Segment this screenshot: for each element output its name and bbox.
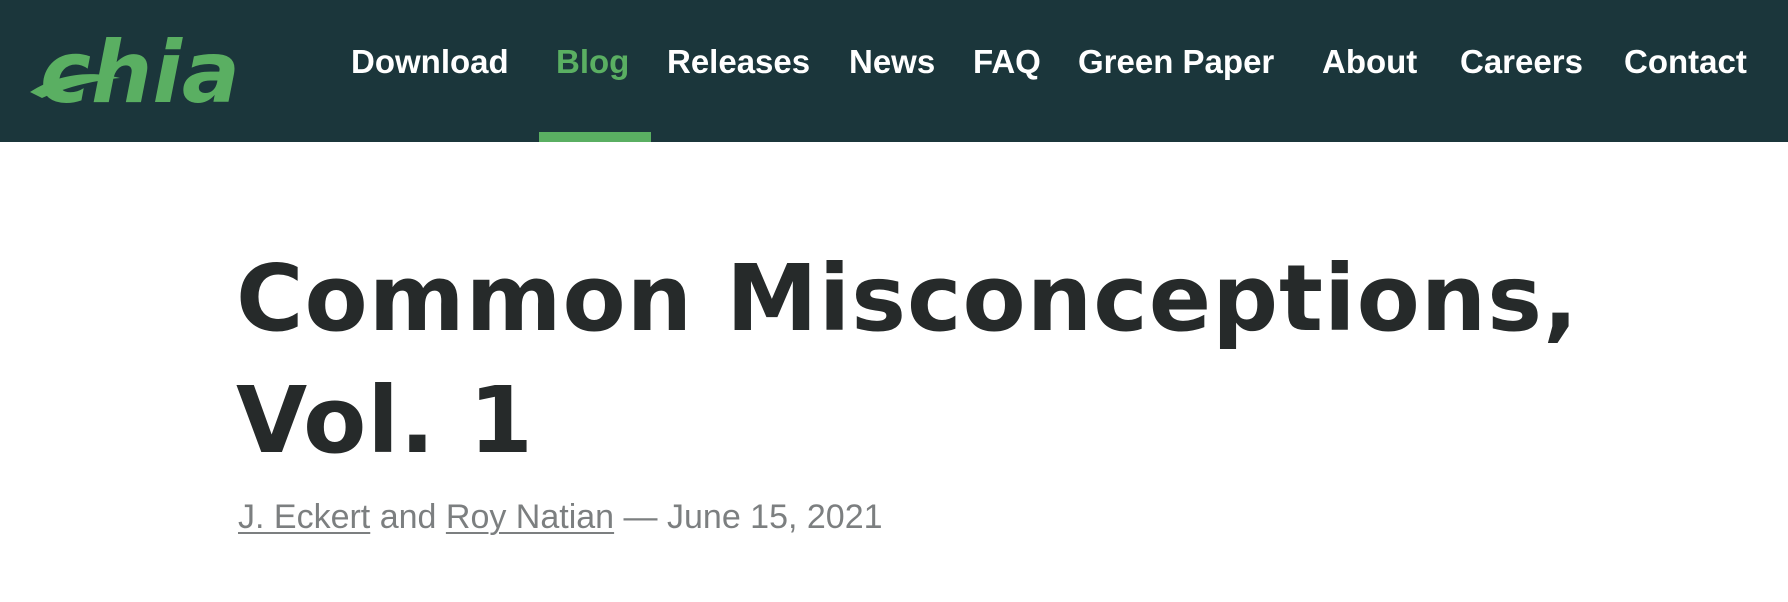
nav-news[interactable]: News bbox=[849, 38, 935, 86]
article-title-line-2: Vol. 1 bbox=[236, 367, 534, 474]
main-nav: Download Blog Releases News FAQ Green Pa… bbox=[0, 0, 1788, 142]
nav-blog[interactable]: Blog bbox=[556, 38, 629, 86]
nav-green-paper[interactable]: Green Paper bbox=[1078, 38, 1274, 86]
article-title: Common Misconceptions, Vol. 1 bbox=[236, 238, 1736, 482]
author-link-natian[interactable]: Roy Natian bbox=[446, 498, 614, 536]
byline-conjunction: and bbox=[379, 498, 437, 536]
nav-about[interactable]: About bbox=[1322, 38, 1417, 86]
article-title-line-1: Common Misconceptions, bbox=[236, 245, 1579, 352]
author-link-eckert[interactable]: J. Eckert bbox=[238, 498, 370, 536]
site-header: chia Download Blog Releases News FAQ Gre… bbox=[0, 0, 1788, 142]
byline-separator: — bbox=[623, 498, 658, 536]
nav-contact[interactable]: Contact bbox=[1624, 38, 1747, 86]
active-nav-indicator bbox=[539, 132, 651, 142]
article-byline: J. Eckert and Roy Natian — June 15, 2021 bbox=[238, 495, 883, 539]
nav-careers[interactable]: Careers bbox=[1460, 38, 1583, 86]
nav-releases[interactable]: Releases bbox=[667, 38, 810, 86]
publish-date: June 15, 2021 bbox=[667, 498, 883, 536]
nav-faq[interactable]: FAQ bbox=[973, 38, 1041, 86]
nav-download[interactable]: Download bbox=[351, 38, 509, 86]
